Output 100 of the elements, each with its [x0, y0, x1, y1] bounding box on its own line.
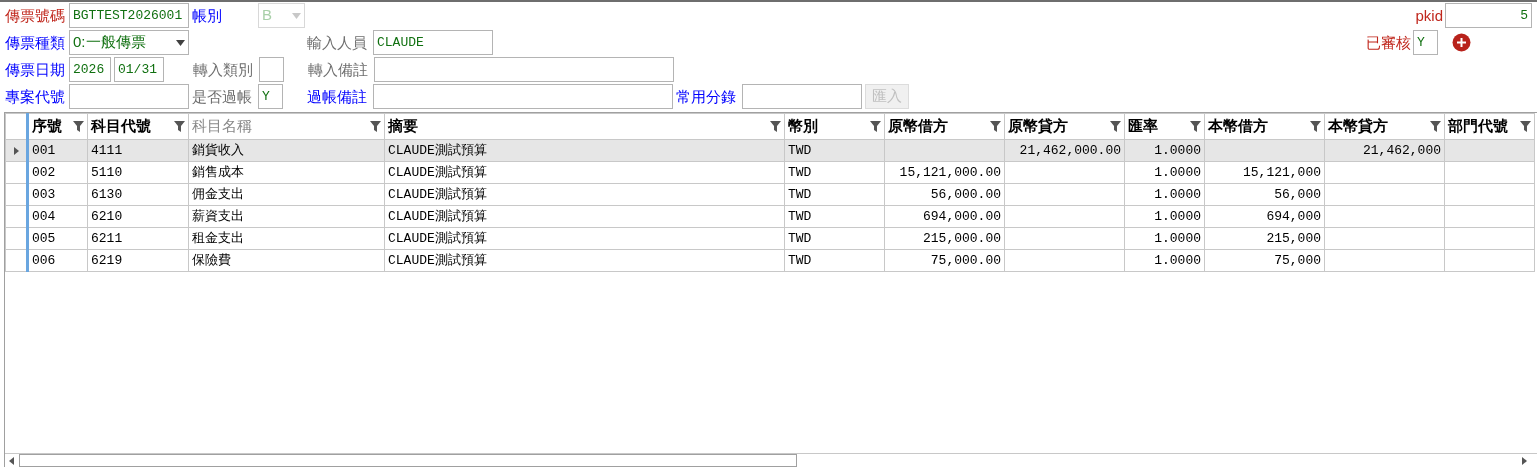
field-label: 輸入人員 [307, 35, 368, 50]
field-label: 轉入備註 [308, 62, 369, 77]
current-row-icon [13, 147, 19, 156]
table-cell: 21,462,000 [1363, 142, 1441, 158]
dropdown-field[interactable]: 0:一般傳票 [69, 30, 189, 55]
input-field[interactable] [742, 84, 862, 109]
table-cell: 1.0000 [1154, 252, 1201, 268]
field-label[interactable]: 過帳備註 [307, 89, 373, 104]
table-cell: TWD [788, 186, 812, 202]
table-cell: CLAUDE測試預算 [388, 164, 487, 180]
table-row[interactable]: 006 6219 保險費 CLAUDE測試預算 TWD 75,000.00 1.0000 75,000 [5, 249, 1535, 272]
table-cell: 002 [32, 164, 56, 180]
table-cell: 004 [32, 208, 56, 224]
table-cell: 215,000.00 [923, 230, 1001, 246]
table-cell: 租金支出 [192, 230, 244, 246]
table-cell: 15,121,000 [1243, 164, 1321, 180]
input-field[interactable]: 01/31 [114, 57, 164, 82]
table-cell: CLAUDE測試預算 [388, 230, 487, 246]
table-cell: 1.0000 [1154, 186, 1201, 202]
column-header[interactable]: 原幣貸方 [1004, 113, 1125, 140]
table-cell: 56,000.00 [930, 186, 1001, 202]
column-header[interactable]: 幣別 [784, 113, 885, 140]
filter-icon[interactable] [990, 121, 1001, 132]
filter-icon[interactable] [1110, 121, 1121, 132]
table-cell: 6211 [91, 230, 123, 246]
column-header[interactable]: 匯率 [1124, 113, 1205, 140]
table-cell: 003 [32, 186, 56, 202]
table-cell: CLAUDE測試預算 [388, 252, 487, 268]
column-header[interactable]: 序號 [27, 113, 88, 140]
table-cell: 保險費 [192, 252, 231, 268]
field-label: 是否過帳 [192, 89, 253, 104]
column-header[interactable]: 部門代號 [1444, 113, 1535, 140]
table-cell: 6210 [91, 208, 123, 224]
table-cell: 佣金支出 [192, 186, 244, 202]
table-cell: 銷售成本 [192, 164, 244, 180]
field-label[interactable]: 傳票種類 [5, 35, 69, 50]
field-label: 已審核 [1366, 35, 1411, 50]
field-label: pkid [1415, 8, 1443, 23]
input-field[interactable] [374, 57, 674, 82]
filter-icon[interactable] [370, 121, 381, 132]
filter-icon[interactable] [1310, 121, 1321, 132]
column-header[interactable]: 原幣借方 [884, 113, 1005, 140]
filter-icon[interactable] [73, 121, 84, 132]
table-cell: 1.0000 [1154, 142, 1201, 158]
field-label[interactable]: 專案代號 [5, 89, 69, 104]
table-cell: 75,000 [1274, 252, 1321, 268]
table-cell: 6219 [91, 252, 123, 268]
field-label[interactable]: 傳票日期 [5, 62, 69, 77]
table-cell: 15,121,000.00 [899, 164, 1001, 180]
table-cell: 銷貨收入 [192, 142, 244, 158]
horizontal-scrollbar[interactable] [5, 453, 1537, 467]
input-field[interactable]: CLAUDE [373, 30, 493, 55]
table-cell: 006 [32, 252, 56, 268]
input-field[interactable] [259, 57, 284, 82]
table-row[interactable]: 004 6210 薪資支出 CLAUDE測試預算 TWD 694,000.00 1.0000 694,000 [5, 205, 1535, 228]
filter-icon[interactable] [1520, 121, 1531, 132]
field-label[interactable]: 常用分錄 [676, 89, 742, 104]
table-row[interactable]: 001 4111 銷貨收入 CLAUDE測試預算 TWD 21,462,000.00 1.0000 21,462,000 [5, 139, 1535, 162]
table-cell: 56,000 [1274, 186, 1321, 202]
input-field[interactable]: 2026 [69, 57, 111, 82]
input-field[interactable] [373, 84, 673, 109]
table-cell: 005 [32, 230, 56, 246]
table-row[interactable]: 005 6211 租金支出 CLAUDE測試預算 TWD 215,000.00 1.0000 215,000 [5, 227, 1535, 250]
table-cell: 薪資支出 [192, 208, 244, 224]
filter-icon[interactable] [1430, 121, 1441, 132]
table-cell: 75,000.00 [930, 252, 1001, 268]
filter-icon[interactable] [1190, 121, 1201, 132]
table-cell: 21,462,000.00 [1019, 142, 1121, 158]
input-field[interactable]: 5 [1445, 3, 1532, 28]
column-header[interactable]: 科目名稱 [188, 113, 385, 140]
table-cell: TWD [788, 252, 812, 268]
input-field[interactable] [69, 84, 189, 109]
input-field[interactable]: Y [1413, 30, 1438, 55]
column-header[interactable]: 本幣借方 [1204, 113, 1325, 140]
table-cell: 001 [32, 142, 56, 158]
caret-icon [292, 12, 301, 19]
table-cell: 1.0000 [1154, 208, 1201, 224]
table-cell: 215,000 [1266, 230, 1321, 246]
column-header[interactable]: 科目代號 [87, 113, 189, 140]
column-header[interactable]: 摘要 [384, 113, 785, 140]
table-cell: CLAUDE測試預算 [388, 186, 487, 202]
scrollbar-thumb[interactable] [19, 454, 797, 467]
input-field[interactable]: Y [258, 84, 283, 109]
table-cell: 694,000 [1266, 208, 1321, 224]
field-label: 傳票號碼 [5, 8, 66, 23]
table-cell: TWD [788, 164, 812, 180]
field-label: 轉入類別 [193, 62, 254, 77]
table-cell: TWD [788, 208, 812, 224]
table-row[interactable]: 002 5110 銷售成本 CLAUDE測試預算 TWD 15,121,000.00 1.0000 15,121,000 [5, 161, 1535, 184]
table-cell: 5110 [91, 164, 123, 180]
table-cell: 4111 [91, 142, 123, 158]
table-cell: TWD [788, 142, 812, 158]
table-row[interactable]: 003 6130 佣金支出 CLAUDE測試預算 TWD 56,000.00 1.0000 56,000 [5, 183, 1535, 206]
filter-icon[interactable] [174, 121, 185, 132]
table-cell: 694,000.00 [923, 208, 1001, 224]
input-field[interactable]: BGTTEST2026001 [69, 3, 189, 28]
column-header[interactable]: 本幣貸方 [1324, 113, 1445, 140]
filter-icon[interactable] [770, 121, 781, 132]
add-icon[interactable] [1452, 33, 1471, 52]
filter-icon[interactable] [870, 121, 881, 132]
